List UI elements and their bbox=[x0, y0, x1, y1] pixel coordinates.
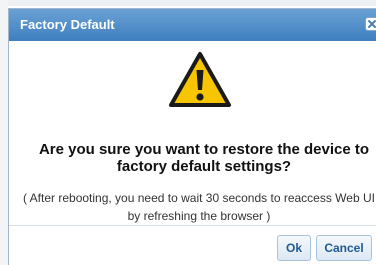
close-button[interactable] bbox=[365, 17, 376, 31]
dialog-title: Factory Default bbox=[20, 17, 115, 32]
background-edge bbox=[0, 0, 8, 265]
footer-divider bbox=[9, 225, 376, 226]
background-strip bbox=[0, 0, 376, 6]
close-icon bbox=[368, 20, 376, 28]
reboot-note: ( After rebooting, you need to wait 30 s… bbox=[23, 191, 375, 223]
dialog-titlebar[interactable]: Factory Default bbox=[9, 9, 376, 41]
confirmation-question: Are you sure you want to restore the dev… bbox=[38, 141, 370, 175]
factory-default-dialog: Factory Default Are you sure you want to… bbox=[8, 8, 376, 265]
ok-button[interactable]: Ok bbox=[277, 235, 311, 261]
warning-icon bbox=[169, 52, 231, 107]
cancel-button[interactable]: Cancel bbox=[316, 235, 372, 261]
